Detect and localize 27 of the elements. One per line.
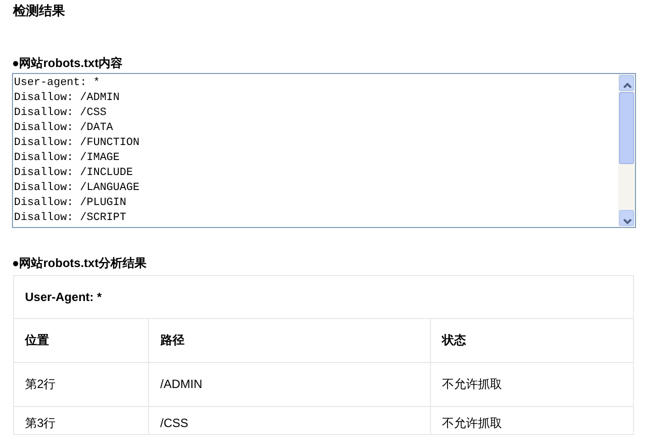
column-header: 状态: [430, 319, 633, 362]
text-line: Disallow: /PLUGIN: [14, 196, 128, 211]
robots-text-area[interactable]: User-agent: * Disallow: /ADMIN Disallow: /CSS Disallow: /DATA Disallow: /FUNCTION Disallow: /IMAGE Disallow: /INCLUDE Disallow: /LANGUAGE Disallow: /PLUGIN Disallow: /SCRIPT: [12, 73, 636, 228]
text-line: Disallow: /CSS: [14, 106, 108, 121]
scroll-thumb[interactable]: [619, 92, 634, 164]
text-line: Disallow: /INCLUDE: [14, 166, 134, 181]
page-title: 检测结果: [13, 3, 66, 19]
table-cell: /ADMIN: [148, 362, 430, 406]
table-cell: 不允许抓取: [430, 362, 633, 406]
text-line: Disallow: /SCRIPT: [14, 211, 128, 226]
table-cell: /CSS: [148, 406, 430, 434]
text-line: Disallow: /LANGUAGE: [14, 181, 140, 196]
section-heading: ●网站robots.txt分析结果: [12, 256, 148, 270]
text-line: Disallow: /ADMIN: [14, 91, 121, 106]
table-cell: 第2行: [14, 362, 149, 406]
section-heading: ●网站robots.txt内容: [12, 56, 124, 70]
text-line: Disallow: /FUNCTION: [14, 136, 140, 151]
scroll-down-button[interactable]: [619, 210, 634, 226]
table-cell: 第3行: [14, 406, 149, 434]
text-line: User-agent: *: [14, 76, 101, 91]
table-cell: 不允许抓取: [430, 406, 633, 434]
text-line: Disallow: /IMAGE: [14, 151, 121, 166]
column-header: 位置: [14, 319, 149, 362]
scroll-up-button[interactable]: [619, 75, 634, 91]
table-caption: User-Agent: *: [14, 276, 633, 319]
text-line: Disallow: /DATA: [14, 121, 114, 136]
column-header: 路径: [148, 319, 430, 362]
